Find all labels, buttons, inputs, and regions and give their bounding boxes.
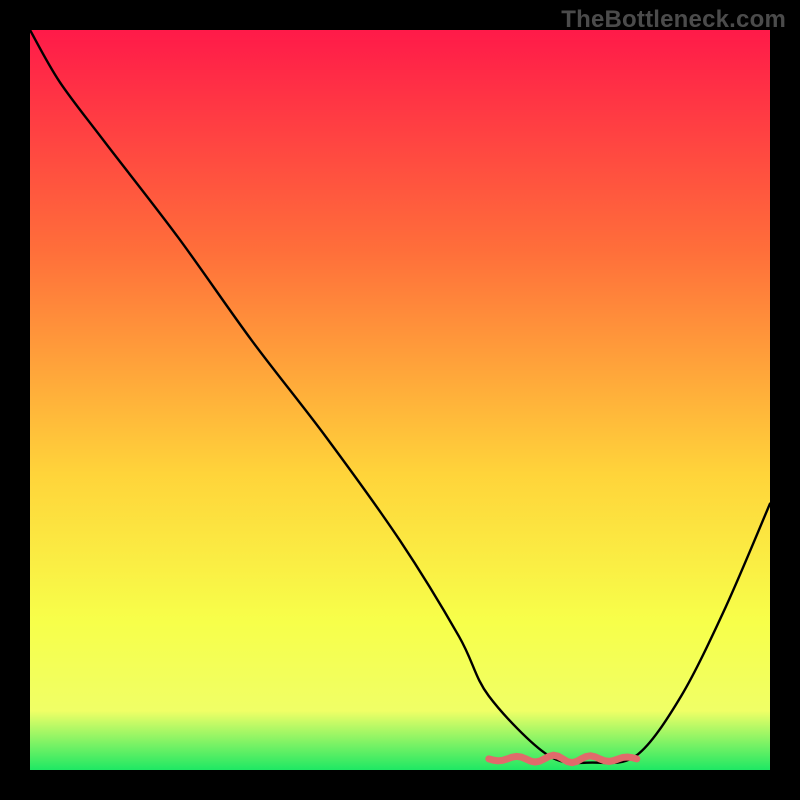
bottleneck-chart (0, 0, 800, 800)
watermark-text: TheBottleneck.com (561, 6, 786, 34)
plot-gradient-bg (30, 30, 770, 770)
chart-frame: TheBottleneck.com (0, 0, 800, 800)
